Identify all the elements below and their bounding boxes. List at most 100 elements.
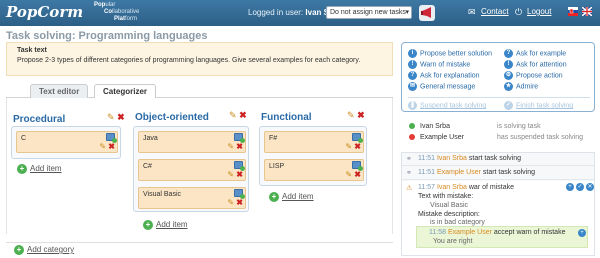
user-row: Ivan Srba [409, 123, 450, 130]
add-reply-icon[interactable]: + [578, 229, 586, 237]
task-text-box: Task text Propose 2-3 types of different… [6, 42, 393, 76]
general-message-button[interactable]: ✉ General message [408, 82, 475, 91]
comment-icon[interactable] [234, 161, 245, 171]
mail-icon: ✉ [468, 7, 476, 17]
contact-link[interactable]: Contact [481, 7, 509, 16]
warning-icon: ! [408, 60, 417, 69]
check-icon: ✓ [504, 101, 513, 110]
add-item-link[interactable]: + Add item [143, 220, 188, 230]
ask-for-example-button[interactable]: ? Ask for example [504, 49, 566, 58]
comment-icon[interactable] [106, 133, 117, 143]
user-row: Example User [409, 134, 464, 141]
category-title[interactable]: Functional [261, 112, 312, 123]
plus-icon: + [17, 164, 27, 174]
list-item[interactable]: F# ✎ ✖ [264, 131, 364, 153]
delete-icon[interactable]: ✖ [108, 142, 115, 151]
list-item[interactable]: C# ✎ ✖ [138, 159, 246, 181]
accept-icon[interactable]: ✓ [576, 183, 584, 191]
delete-icon[interactable]: ✖ [354, 170, 361, 179]
task-heading: Task text [17, 47, 47, 54]
megaphone-icon[interactable] [418, 4, 436, 22]
actions-panel: i Propose better solution ! Warn of mistak… [401, 42, 595, 112]
logout-link[interactable]: Logout [527, 7, 551, 16]
delete-icon[interactable]: ✖ [236, 170, 243, 179]
status-dot-icon [409, 134, 415, 141]
finish-task-solving-button[interactable]: ✓ Finish task solving [504, 101, 573, 110]
log-entry: ⚭ 11:51 Ivan Srba start task solving [402, 153, 594, 166]
user-status: has suspended task solving [497, 134, 583, 141]
task-description: Propose 2-3 types of different categorie… [17, 57, 361, 64]
category-box: F# ✎ ✖ LISP ✎ ✖ [259, 126, 367, 186]
pause-icon: ❚ [408, 101, 417, 110]
add-category-link[interactable]: + Add category [14, 245, 74, 255]
category-box: Java ✎ ✖ C# ✎ ✖ Visual Basic ✎ ✖ [133, 126, 249, 212]
link-icon: ⚭ [406, 156, 412, 163]
comment-icon[interactable] [234, 133, 245, 143]
list-item[interactable]: C ✎ ✖ [16, 131, 118, 153]
comment-icon[interactable] [234, 189, 245, 199]
ask-for-explanation-button[interactable]: ? Ask for explanation [408, 71, 480, 80]
edit-pencil-icon[interactable]: ✎ [345, 142, 352, 151]
comment-icon[interactable] [352, 133, 363, 143]
propose-action-button[interactable]: ⚙ Propose action [504, 71, 563, 80]
plus-icon: + [143, 220, 153, 230]
ask-for-attention-button[interactable]: ! Ask for attention [504, 60, 567, 69]
delete-icon[interactable]: ✖ [117, 112, 125, 122]
edit-pencil-icon[interactable]: ✎ [347, 110, 355, 120]
add-item-link[interactable]: + Add item [269, 192, 314, 202]
list-item[interactable]: Visual Basic ✎ ✖ [138, 187, 246, 209]
edit-pencil-icon[interactable]: ✎ [229, 110, 237, 120]
app-logo[interactable]: PopCorm [6, 3, 83, 21]
tab-text-editor[interactable]: Text editor [30, 84, 89, 98]
edit-pencil-icon[interactable]: ✎ [345, 170, 352, 179]
admire-button[interactable]: ★ Admire [504, 82, 538, 91]
tagline: Popular Collaborative Platform [94, 2, 140, 22]
list-item[interactable]: Java ✎ ✖ [138, 131, 246, 153]
eye-icon: ! [504, 60, 513, 69]
edit-pencil-icon[interactable]: ✎ [99, 142, 106, 151]
category-tools: ✎ ✖ [229, 110, 247, 121]
status-dot-icon [409, 123, 415, 130]
log-message: ⚠ 11:57 Ivan Srba war of mistake + ✓ ✕ T… [402, 181, 594, 255]
add-reply-icon[interactable]: + [566, 183, 574, 191]
propose-better-solution-button[interactable]: i Propose better solution [408, 49, 492, 58]
category-tools: ✎ ✖ [107, 112, 125, 123]
activity-log: ⚭ 11:51 Ivan Srba start task solving ⚭ 1… [401, 152, 595, 256]
edit-pencil-icon[interactable]: ✎ [227, 142, 234, 151]
category-title[interactable]: Object-oriented [135, 112, 209, 123]
english-flag-icon[interactable] [582, 7, 592, 16]
user-status: is solving task [497, 123, 541, 130]
edit-pencil-icon[interactable]: ✎ [107, 112, 115, 122]
delete-icon[interactable]: ✖ [239, 110, 247, 120]
delete-icon[interactable]: ✖ [357, 110, 365, 120]
delete-icon[interactable]: ✖ [236, 198, 243, 207]
link-icon: ⚭ [406, 170, 412, 177]
suspend-task-solving-button[interactable]: ❚ Suspend task solving [408, 101, 486, 110]
editor-tabs: Text editor Categorizer [6, 84, 393, 98]
comment-icon[interactable] [352, 161, 363, 171]
categorizer-area: Procedural ✎ ✖ C ✎ ✖ + Add item Object-or… [6, 98, 393, 234]
top-bar: PopCorm Popular Collaborative Platform L… [0, 0, 600, 26]
slovak-flag-icon[interactable] [568, 7, 578, 16]
assign-tasks-select[interactable]: Do not assign new tasks ▾ [326, 6, 412, 19]
list-item[interactable]: LISP ✎ ✖ [264, 159, 364, 181]
add-item-link[interactable]: + Add item [17, 164, 62, 174]
search-icon: ? [504, 49, 513, 58]
warn-of-mistake-button[interactable]: ! Warn of mistake [408, 60, 470, 69]
warning-icon: ⚠ [406, 185, 413, 192]
divider [6, 242, 393, 243]
edit-pencil-icon[interactable]: ✎ [227, 198, 234, 207]
divider [408, 97, 590, 98]
category-tools: ✎ ✖ [347, 110, 365, 121]
edit-pencil-icon[interactable]: ✎ [227, 170, 234, 179]
delete-icon[interactable]: ✖ [236, 142, 243, 151]
star-icon: ★ [504, 82, 513, 91]
tab-categorizer[interactable]: Categorizer [94, 84, 157, 98]
question-icon: ? [408, 71, 417, 80]
plus-icon: + [14, 245, 24, 255]
reject-icon[interactable]: ✕ [586, 183, 594, 191]
delete-icon[interactable]: ✖ [354, 142, 361, 151]
gear-icon: ⚙ [504, 71, 513, 80]
category-title[interactable]: Procedural [13, 114, 65, 125]
log-message-header: 11:57 Ivan Srba war of mistake [418, 184, 514, 191]
